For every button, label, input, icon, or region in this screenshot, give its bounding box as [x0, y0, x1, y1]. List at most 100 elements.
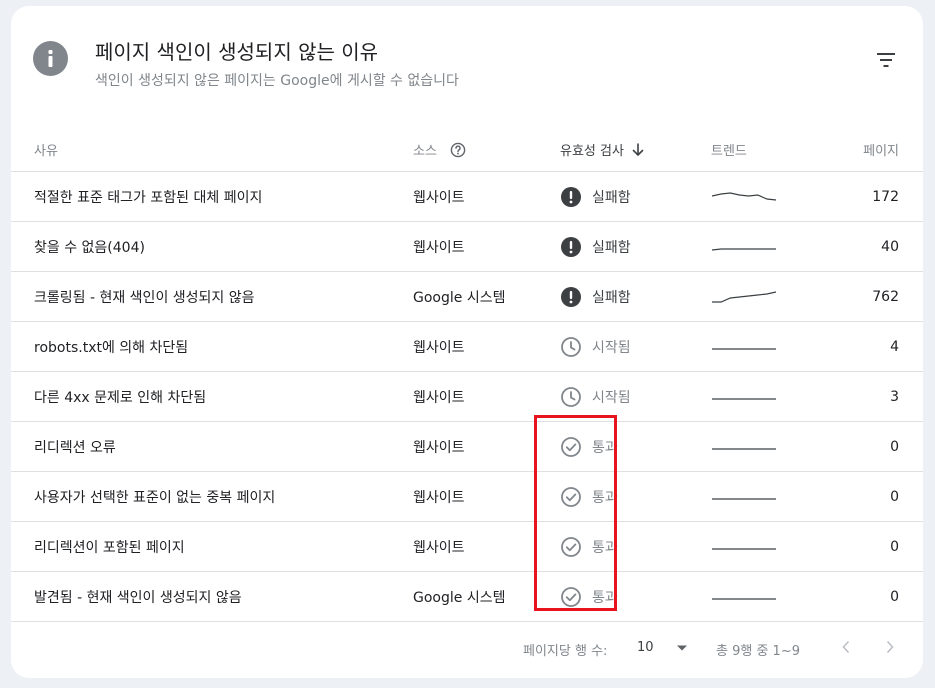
row-trend-sparkline [711, 572, 777, 622]
check-circle-icon [560, 586, 582, 608]
row-status-label: 통과 [592, 540, 618, 556]
check-circle-icon [560, 436, 582, 458]
rows-per-page-select[interactable]: 10 [637, 640, 688, 655]
table-row[interactable]: 리디렉션이 포함된 페이지 웹사이트 통과 0 [11, 522, 923, 572]
row-reason: 찾을 수 없음(404) [34, 240, 145, 256]
row-validation-status: 통과 [560, 472, 618, 522]
column-header-validation-label: 유효성 검사 [560, 144, 624, 159]
sparkline-path [711, 248, 776, 251]
page-title: 페이지 색인이 생성되지 않는 이유 [95, 40, 379, 64]
row-reason: 리디렉션이 포함된 페이지 [34, 540, 185, 556]
column-header-source-label: 소스 [413, 144, 437, 159]
column-header-reason[interactable]: 사유 [34, 140, 58, 159]
row-pages-count: 0 [890, 589, 899, 605]
table-body: 적절한 표준 태그가 포함된 대체 페이지 웹사이트 실패함 172 찾을 수 없음(4… [11, 172, 923, 622]
row-reason: 다른 4xx 문제로 인해 차단됨 [34, 390, 207, 406]
chevron-left-icon [842, 640, 850, 654]
pagination-range: 총 9행 중 1~9 [716, 644, 800, 659]
sparkline-path [711, 192, 777, 201]
row-source: 웹사이트 [413, 240, 465, 256]
error-icon [560, 236, 582, 258]
row-pages-count: 40 [881, 239, 899, 255]
prev-page-button[interactable] [841, 640, 851, 654]
row-source: Google 시스템 [413, 590, 506, 606]
row-source: 웹사이트 [413, 540, 465, 556]
info-icon [33, 41, 68, 76]
indexing-reasons-card: 페이지 색인이 생성되지 않는 이유 색인이 생성되지 않은 페이지는 Goog… [11, 6, 923, 678]
row-source: 웹사이트 [413, 390, 465, 406]
filter-icon [877, 53, 895, 67]
row-pages-count: 0 [890, 439, 899, 455]
column-header-trend: 트렌드 [711, 144, 747, 159]
row-reason: robots.txt에 의해 차단됨 [34, 340, 189, 356]
page-subtitle: 색인이 생성되지 않은 페이지는 Google에 게시할 수 없습니다 [95, 73, 459, 89]
row-status-label: 시작됨 [592, 340, 631, 356]
row-pages-count: 172 [872, 189, 899, 205]
row-validation-status: 시작됨 [560, 372, 631, 422]
row-pages-count: 0 [890, 539, 899, 555]
rows-per-page-label: 페이지당 행 수: [523, 644, 608, 659]
row-trend-sparkline [711, 172, 777, 222]
row-pages-count: 4 [890, 339, 899, 355]
error-icon [560, 186, 582, 208]
row-validation-status: 통과 [560, 422, 618, 472]
row-status-label: 통과 [592, 490, 618, 506]
row-validation-status: 통과 [560, 522, 618, 572]
row-validation-status: 실패함 [560, 222, 631, 272]
error-icon [560, 286, 582, 308]
row-reason: 크롤링됨 - 현재 색인이 생성되지 않음 [34, 290, 255, 306]
table-row[interactable]: robots.txt에 의해 차단됨 웹사이트 시작됨 4 [11, 322, 923, 372]
rows-per-page-value: 10 [637, 640, 654, 655]
row-status-label: 시작됨 [592, 390, 631, 406]
row-trend-sparkline [711, 222, 777, 272]
row-trend-sparkline [711, 522, 777, 572]
row-reason: 사용자가 선택한 표준이 없는 중복 페이지 [34, 490, 276, 506]
filter-button[interactable] [873, 48, 899, 72]
row-trend-sparkline [711, 372, 777, 422]
row-pages-count: 3 [890, 389, 899, 405]
row-source: 웹사이트 [413, 490, 465, 506]
row-reason: 리디렉션 오류 [34, 440, 116, 456]
column-header-source[interactable]: 소스 [413, 140, 466, 159]
row-source: 웹사이트 [413, 190, 465, 206]
row-pages-count: 0 [890, 489, 899, 505]
clock-icon [560, 336, 582, 358]
next-page-button[interactable] [885, 640, 895, 654]
clock-icon [560, 386, 582, 408]
table-row[interactable]: 다른 4xx 문제로 인해 차단됨 웹사이트 시작됨 3 [11, 372, 923, 422]
row-source: 웹사이트 [413, 340, 465, 356]
row-validation-status: 실패함 [560, 172, 631, 222]
table-row[interactable]: 사용자가 선택한 표준이 없는 중복 페이지 웹사이트 통과 0 [11, 472, 923, 522]
chevron-right-icon [886, 640, 894, 654]
pagination-footer: 페이지당 행 수: 10 총 9행 중 1~9 [11, 622, 923, 678]
table-row[interactable]: 발견됨 - 현재 색인이 생성되지 않음 Google 시스템 통과 0 [11, 572, 923, 622]
row-source: 웹사이트 [413, 440, 465, 456]
arrow-down-icon [632, 142, 644, 156]
help-icon[interactable] [450, 142, 466, 158]
row-status-label: 실패함 [592, 240, 631, 256]
dropdown-caret-icon [676, 645, 687, 650]
row-status-label: 실패함 [592, 190, 631, 206]
row-trend-sparkline [711, 272, 777, 322]
check-circle-icon [560, 536, 582, 558]
table-row[interactable]: 적절한 표준 태그가 포함된 대체 페이지 웹사이트 실패함 172 [11, 172, 923, 222]
card-header: 페이지 색인이 생성되지 않는 이유 색인이 생성되지 않은 페이지는 Goog… [11, 6, 923, 116]
table-row[interactable]: 찾을 수 없음(404) 웹사이트 실패함 40 [11, 222, 923, 272]
row-trend-sparkline [711, 422, 777, 472]
row-status-label: 실패함 [592, 290, 631, 306]
column-header-validation[interactable]: 유효성 검사 [560, 140, 644, 159]
row-status-label: 통과 [592, 590, 618, 606]
row-validation-status: 시작됨 [560, 322, 631, 372]
row-reason: 발견됨 - 현재 색인이 생성되지 않음 [34, 590, 242, 606]
check-circle-icon [560, 486, 582, 508]
table-row[interactable]: 리디렉션 오류 웹사이트 통과 0 [11, 422, 923, 472]
table-row[interactable]: 크롤링됨 - 현재 색인이 생성되지 않음 Google 시스템 실패함 762 [11, 272, 923, 322]
row-trend-sparkline [711, 472, 777, 522]
row-validation-status: 실패함 [560, 272, 631, 322]
row-source: Google 시스템 [413, 290, 506, 306]
row-validation-status: 통과 [560, 572, 618, 622]
column-header-pages[interactable]: 페이지 [863, 140, 899, 159]
row-trend-sparkline [711, 322, 777, 372]
sparkline-path [712, 291, 777, 303]
row-status-label: 통과 [592, 440, 618, 456]
